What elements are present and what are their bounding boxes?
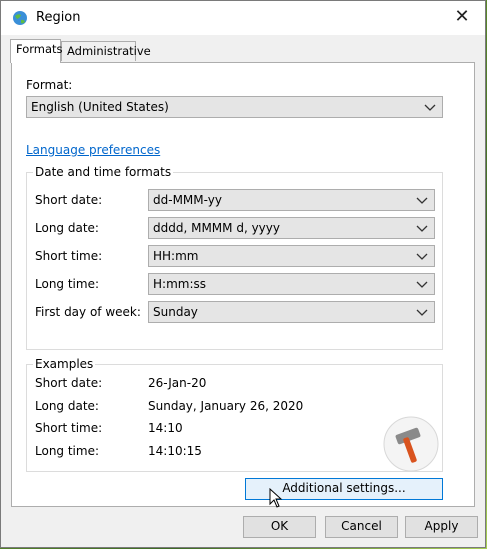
chevron-down-icon <box>416 225 428 232</box>
format-label: Format: <box>26 78 73 92</box>
apply-button[interactable]: Apply <box>405 516 478 538</box>
long-time-value: H:mm:ss <box>153 277 206 291</box>
close-button[interactable]: ✕ <box>439 1 485 35</box>
format-select[interactable]: English (United States) <box>26 96 443 118</box>
group-legend: Examples <box>33 357 96 371</box>
short-time-value: HH:mm <box>153 249 199 263</box>
short-date-label: Short date: <box>35 193 103 207</box>
long-date-label: Long date: <box>35 221 99 235</box>
chevron-down-icon <box>416 253 428 260</box>
long-date-value: dddd, MMMM d, yyyy <box>153 221 280 235</box>
region-dialog: Region ✕ Formats Administrative Format: … <box>0 0 486 548</box>
long-date-select[interactable]: dddd, MMMM d, yyyy <box>148 217 435 239</box>
chevron-down-icon <box>416 309 428 316</box>
example-long-time-value: 14:10:15 <box>148 444 202 458</box>
window-title: Region <box>36 10 81 25</box>
group-legend: Date and time formats <box>33 165 174 179</box>
chevron-down-icon <box>424 104 436 111</box>
example-long-date-label: Long date: <box>35 399 99 413</box>
globe-icon <box>13 11 27 25</box>
long-time-label: Long time: <box>35 277 100 291</box>
long-time-select[interactable]: H:mm:ss <box>148 273 435 295</box>
apply-label: Apply <box>424 519 459 533</box>
example-short-date-value: 26-Jan-20 <box>148 376 207 390</box>
language-preferences-link[interactable]: Language preferences <box>26 143 160 157</box>
chevron-down-icon <box>416 281 428 288</box>
cancel-button[interactable]: Cancel <box>325 516 398 538</box>
cancel-label: Cancel <box>341 519 382 533</box>
example-short-time-value: 14:10 <box>148 421 183 435</box>
tab-formats[interactable]: Formats <box>10 39 63 63</box>
example-short-time-label: Short time: <box>35 421 103 435</box>
formats-panel: Format: English (United States) Language… <box>11 62 475 507</box>
first-day-of-week-value: Sunday <box>153 305 198 319</box>
short-time-label: Short time: <box>35 249 103 263</box>
ok-button[interactable]: OK <box>243 516 316 538</box>
first-day-of-week-label: First day of week: <box>35 305 141 319</box>
short-time-select[interactable]: HH:mm <box>148 245 435 267</box>
ok-label: OK <box>270 519 289 533</box>
format-value: English (United States) <box>31 100 169 114</box>
tab-label: Formats <box>16 42 63 56</box>
hammer-logo-icon <box>383 416 439 472</box>
chevron-down-icon <box>416 197 428 204</box>
short-date-value: dd-MMM-yy <box>153 193 222 207</box>
tab-label: Administrative <box>67 44 151 58</box>
mouse-pointer-icon <box>269 488 283 508</box>
additional-settings-label: Additional settings... <box>282 481 406 495</box>
short-date-select[interactable]: dd-MMM-yy <box>148 189 435 211</box>
title-bar: Region ✕ <box>1 1 485 35</box>
close-icon: ✕ <box>454 6 470 27</box>
tab-administrative[interactable]: Administrative <box>61 41 151 61</box>
example-long-date-value: Sunday, January 26, 2020 <box>148 399 304 413</box>
example-long-time-label: Long time: <box>35 444 100 458</box>
first-day-of-week-select[interactable]: Sunday <box>148 301 435 323</box>
example-short-date-label: Short date: <box>35 376 103 390</box>
